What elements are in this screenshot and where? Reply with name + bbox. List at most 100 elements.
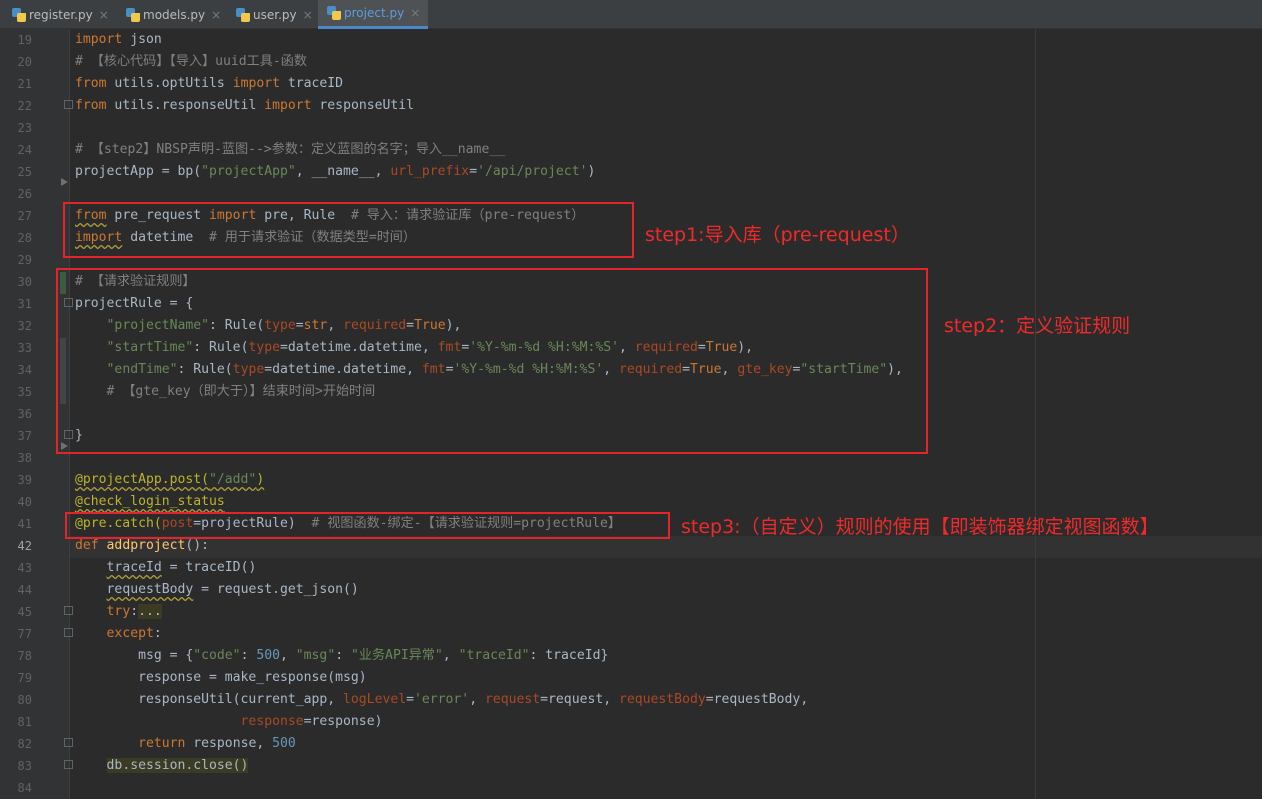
code-token: : [240,648,257,663]
close-icon[interactable]: × [303,8,313,22]
code-token: addproject [106,538,186,553]
line-number[interactable]: 26 [0,183,32,205]
line-number[interactable]: 40 [0,491,32,513]
code-token: projectApp = bp( [75,164,202,179]
code-token: try [106,604,131,619]
line-number[interactable]: 22 [0,95,32,117]
line-number[interactable]: 43 [0,557,32,579]
close-icon[interactable]: × [211,8,221,22]
code-token: @check_login_status [75,494,225,509]
code-token: logLevel [343,692,407,707]
line-number[interactable]: 27 [0,205,32,227]
line-number[interactable]: 25 [0,161,32,183]
code-line[interactable]: import json [75,29,162,51]
code-token: traceId [106,560,162,575]
code-line[interactable]: db.session.close() [75,755,249,777]
code-token: : traceId} [529,648,609,663]
code-token: ) [587,164,596,179]
code-token: = [406,692,414,707]
code-line[interactable]: from utils.optUtils import traceID [75,73,343,95]
code-token: responseUtil [311,98,415,113]
line-number[interactable]: 23 [0,117,32,139]
annotation-box-step2 [56,268,928,454]
code-line[interactable]: msg = {"code": 500, "msg": "业务API异常", "t… [75,645,608,667]
line-number[interactable]: 77 [0,623,32,645]
line-number[interactable]: 24 [0,139,32,161]
line-number[interactable]: 44 [0,579,32,601]
code-line[interactable]: projectApp = bp("projectApp", __name__, … [75,161,595,183]
code-token: "projectApp" [201,164,296,179]
code-token: '/api/project' [477,164,588,179]
code-token: , [280,648,296,663]
tab-project-py[interactable]: project.py × [318,0,429,29]
tab-user-py[interactable]: user.py × [236,0,313,29]
code-line[interactable]: return response, 500 [75,733,296,755]
code-token: db.session.close() [106,758,249,773]
code-token: = request.get_json() [193,582,359,597]
code-line[interactable]: from utils.responseUtil import responseU… [75,95,414,117]
code-token: utils.optUtils [106,76,233,91]
code-line[interactable]: response = make_response(msg) [75,667,367,689]
line-number[interactable]: 29 [0,249,32,271]
code-token: 500 [256,648,280,663]
code-token: "msg" [295,648,336,663]
code-token: ) [256,472,265,487]
editor-tab-bar: register.py × models.py × user.py × proj… [0,0,1262,29]
line-number[interactable]: 84 [0,777,32,799]
line-number[interactable]: 28 [0,227,32,249]
line-number[interactable]: 30 [0,271,32,293]
line-number[interactable]: 21 [0,73,32,95]
line-number[interactable]: 33 [0,337,32,359]
code-token: requestBody [619,692,706,707]
line-number[interactable]: 31 [0,293,32,315]
line-number[interactable]: 80 [0,689,32,711]
code-token: msg = { [75,648,194,663]
python-file-icon [236,7,250,22]
tab-models-py[interactable]: models.py × [126,0,221,29]
line-number[interactable]: 19 [0,29,32,51]
code-token: ... [138,604,162,619]
code-line[interactable]: responseUtil(current_app, logLevel='erro… [75,689,808,711]
code-token: : [335,648,351,663]
code-line[interactable]: try:... [75,601,162,623]
code-line[interactable]: @check_login_status [75,491,225,513]
current-line-highlight [70,536,1262,558]
code-line[interactable]: requestBody = request.get_json() [75,579,359,601]
close-icon[interactable]: × [99,8,109,22]
line-number[interactable]: 83 [0,755,32,777]
code-token: responseUtil(current_app, [75,692,344,707]
line-number[interactable]: 32 [0,315,32,337]
code-line[interactable]: except: [75,623,162,645]
line-number[interactable]: 82 [0,733,32,755]
line-number[interactable]: 37 [0,425,32,447]
line-number[interactable]: 45 [0,601,32,623]
code-line[interactable]: response=response) [75,711,383,733]
fold-arrow-icon[interactable] [61,178,68,186]
line-number[interactable]: 81 [0,711,32,733]
annotation-step3: step3:（自定义）规则的使用【即装饰器绑定视图函数】 [681,516,1159,538]
line-number[interactable]: 79 [0,667,32,689]
line-number[interactable]: 34 [0,359,32,381]
line-number[interactable]: 41 [0,513,32,535]
line-number[interactable]: 20 [0,51,32,73]
code-token: 500 [272,736,296,751]
code-token: 'error' [414,692,470,707]
code-token: utils.responseUtil [106,98,265,113]
line-number[interactable]: 78 [0,645,32,667]
line-number[interactable]: 38 [0,447,32,469]
code-line[interactable]: traceId = traceID() [75,557,257,579]
close-icon[interactable]: × [410,6,420,20]
code-line[interactable]: @projectApp.post("/add") [75,469,264,491]
line-number[interactable]: 39 [0,469,32,491]
tab-register-py[interactable]: register.py × [12,0,109,29]
line-number[interactable]: 42 [0,535,32,557]
line-number[interactable]: 35 [0,381,32,403]
line-number[interactable]: 36 [0,403,32,425]
code-line[interactable]: # 【核心代码】【导入】uuid工具-函数 [75,51,307,73]
code-line[interactable]: # 【step2】NBSP声明-蓝图-->参数：定义蓝图的名字；导入__name… [75,139,505,161]
tab-label: project.py [344,6,405,20]
